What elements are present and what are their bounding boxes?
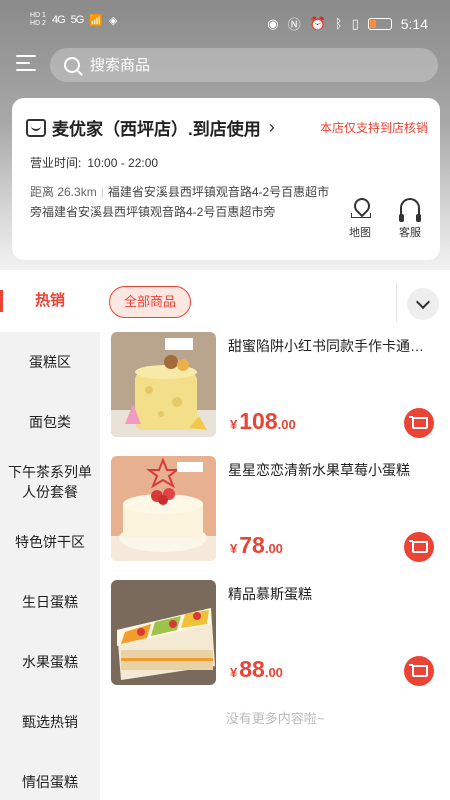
service-label: 客服 (399, 227, 421, 239)
chevron-down-icon[interactable] (407, 288, 439, 320)
nfc-icon: Ⓝ (287, 17, 301, 32)
hours-label: 营业时间: (30, 156, 82, 170)
product-image[interactable] (111, 580, 216, 685)
search-bar[interactable] (50, 48, 438, 82)
product-name: 精品慕斯蛋糕 (228, 586, 312, 602)
product-name: 星星恋恋清新水果草莓小蛋糕 (228, 462, 410, 478)
notification-icon: ◈ (109, 14, 118, 27)
signal-4g-icon: 4G (51, 14, 66, 26)
sidebar-item-hot-picks[interactable]: 甄选热销 (0, 692, 100, 752)
product-item[interactable]: 甜蜜陷阱小红书同款手作卡通蛋糕 ¥108.00 (100, 332, 450, 452)
distance: 距离 26.3km (30, 185, 97, 199)
map-label: 地图 (349, 227, 371, 239)
status-right: ◉ Ⓝ ⏰ ᛒ ▯ 5:14 (267, 14, 428, 33)
hd1-label: HD 1 (30, 12, 46, 19)
product-item[interactable]: 星星恋恋清新水果草莓小蛋糕 ¥78.00 (100, 456, 450, 576)
sidebar-item-bread[interactable]: 面包类 (0, 392, 100, 452)
alarm-icon: ⏰ (309, 15, 326, 31)
sidebar-item-fruit-cake[interactable]: 水果蛋糕 (0, 632, 100, 692)
price-integer: 88 (239, 656, 265, 682)
shop-icon (26, 118, 46, 137)
product-name: 甜蜜陷阱小红书同款手作卡通蛋糕 (228, 338, 428, 354)
product-image[interactable] (111, 332, 216, 437)
tab-hot[interactable]: 热销 (0, 286, 100, 316)
price-integer: 108 (239, 408, 278, 434)
sidebar-item-afternoon-tea[interactable]: 下午茶系列单人份套餐 (0, 452, 100, 512)
currency-symbol: ¥ (230, 417, 238, 432)
wifi-icon: 📶 (89, 14, 104, 27)
add-to-cart-icon[interactable] (404, 532, 434, 562)
headset-icon (399, 198, 421, 222)
divider (396, 282, 397, 322)
add-to-cart-icon[interactable] (404, 408, 434, 438)
vibrate-icon: ▯ (351, 15, 359, 31)
category-sidebar: 蛋糕区 面包类 下午茶系列单人份套餐 特色饼干区 生日蛋糕 水果蛋糕 甄选热销 … (0, 332, 100, 800)
product-list: 甜蜜陷阱小红书同款手作卡通蛋糕 ¥108.00 星星恋恋清新水果草莓小蛋糕 ¥7… (100, 332, 450, 800)
status-left: HD 1 HD 2 4G 5G 📶 ◈ (30, 12, 118, 28)
clock: 5:14 (400, 15, 428, 32)
price-decimal: .00 (264, 665, 283, 680)
status-bar: HD 1 HD 2 4G 5G 📶 ◈ ◉ Ⓝ ⏰ ᛒ ▯ 5:14 (0, 0, 450, 48)
hd2-label: HD 2 (30, 20, 46, 27)
product-image[interactable] (111, 456, 216, 561)
product-item[interactable]: 精品慕斯蛋糕 ¥88.00 (100, 580, 450, 700)
sidebar-item-couple-cake[interactable]: 情侣蛋糕 (0, 752, 100, 800)
map-button[interactable]: 地图 (342, 198, 378, 240)
price-decimal: .00 (264, 541, 283, 556)
store-name: 麦优家（西坪店）.到店使用 (52, 120, 261, 139)
currency-symbol: ¥ (230, 665, 238, 680)
battery-icon (367, 17, 392, 30)
chevron-right-icon: › (268, 117, 275, 137)
add-to-cart-icon[interactable] (404, 656, 434, 686)
sidebar-item-cookies[interactable]: 特色饼干区 (0, 512, 100, 572)
category-tabbar: 热销 全部商品 (0, 270, 450, 332)
product-price: ¥108.00 (230, 408, 296, 435)
store-address: 距离 26.3km | 福建省安溪县西坪镇观音路4-2号百惠超市旁福建省安溪县西坪镇… (30, 182, 330, 222)
customer-service-button[interactable]: 客服 (392, 198, 428, 240)
sidebar-item-cake-zone[interactable]: 蛋糕区 (0, 332, 100, 392)
search-icon (64, 57, 80, 73)
product-price: ¥78.00 (230, 532, 283, 559)
divider: | (100, 185, 104, 199)
bluetooth-icon: ᛒ (334, 16, 343, 31)
map-pin-icon (351, 198, 371, 218)
business-hours: 营业时间: 10:00 - 22:00 (30, 154, 158, 171)
price-integer: 78 (239, 532, 265, 558)
menu-icon[interactable] (16, 55, 36, 73)
eye-icon: ◉ (267, 15, 279, 31)
hours-value: 10:00 - 22:00 (87, 156, 159, 170)
tab-all-products[interactable]: 全部商品 (109, 286, 192, 318)
search-input[interactable] (90, 56, 390, 74)
signal-5g-icon: 5G (70, 14, 85, 26)
store-card: 麦优家（西坪店）.到店使用 › 本店仅支持到店核销 营业时间: 10:00 - 2… (12, 98, 440, 260)
no-more-content: 没有更多内容啦~ (225, 711, 325, 726)
price-decimal: .00 (277, 417, 296, 432)
store-title[interactable]: 麦优家（西坪店）.到店使用 › (26, 115, 275, 140)
store-note: 本店仅支持到店核销 (319, 121, 428, 135)
sidebar-item-birthday-cake[interactable]: 生日蛋糕 (0, 572, 100, 632)
hd-indicator: HD 1 HD 2 (30, 12, 46, 28)
product-price: ¥88.00 (230, 656, 283, 683)
currency-symbol: ¥ (230, 541, 238, 556)
